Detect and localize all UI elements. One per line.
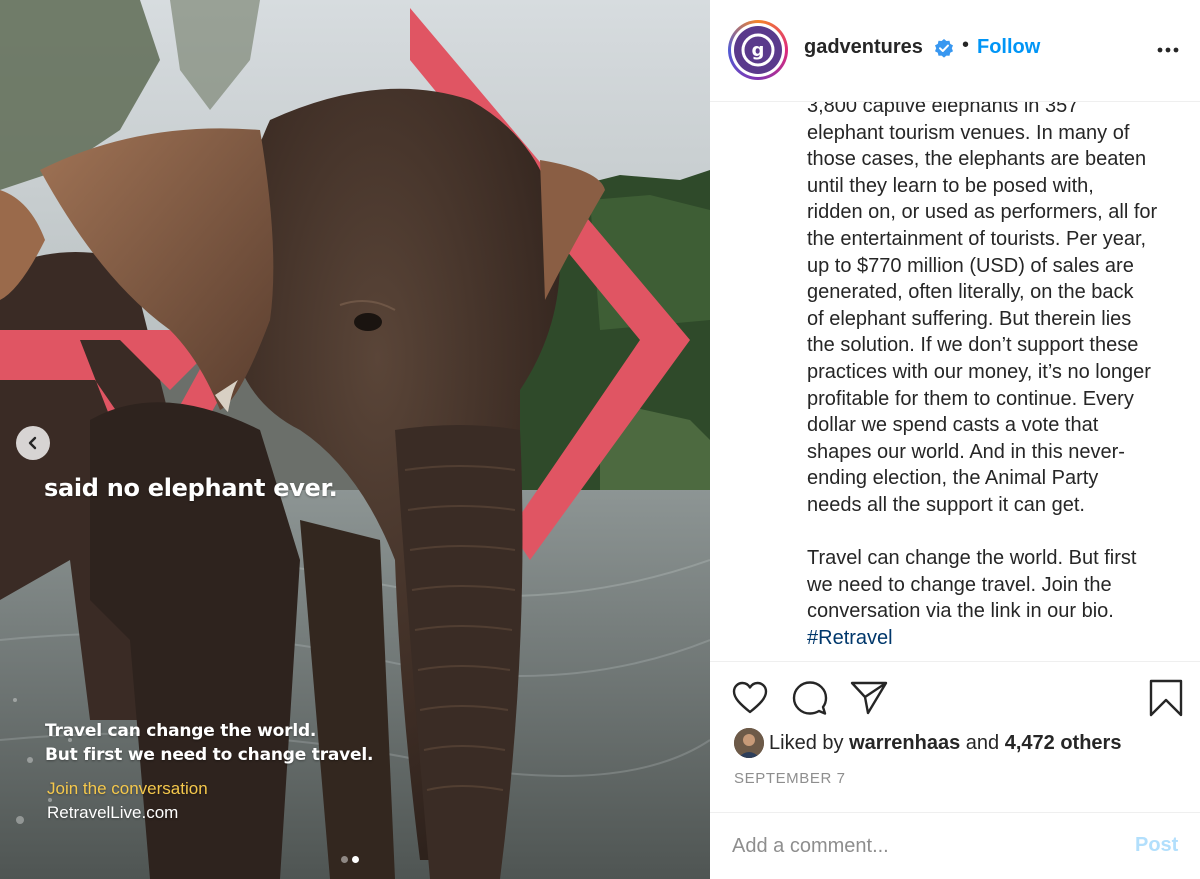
bookmark-icon: [1149, 679, 1183, 717]
carousel-indicator: [341, 856, 359, 863]
comment-icon: [792, 681, 828, 715]
post-panel: g gadventures • Follow 3,800 captive ele…: [710, 0, 1200, 879]
header-separator: •: [962, 34, 970, 56]
post-comment-button[interactable]: Post: [1135, 834, 1178, 857]
follow-button[interactable]: Follow: [977, 36, 1040, 59]
username-link[interactable]: gadventures: [804, 36, 923, 59]
avatar-letter: g: [752, 40, 765, 61]
post-image[interactable]: said no elephant ever. Travel can change…: [0, 0, 710, 879]
slide-tagline-line2: But first we need to change travel.: [45, 745, 374, 765]
carousel-prev-button[interactable]: [16, 426, 50, 460]
liker-avatar-image: [734, 728, 764, 758]
slide-tagline: Travel can change the world. But first w…: [45, 719, 373, 767]
caption: 3,800 captive elephants in 357 elephant …: [807, 102, 1187, 651]
more-options-icon: [1157, 47, 1179, 53]
comment-form: Post: [710, 812, 1200, 879]
chevron-left-icon: [28, 436, 37, 450]
comment-button[interactable]: [790, 678, 830, 718]
likes-and: and: [965, 731, 1000, 754]
gadventures-logo-icon: g: [741, 33, 775, 67]
slide-headline: said no elephant ever.: [44, 474, 338, 502]
likes-others-link[interactable]: 4,472 others: [1005, 732, 1122, 755]
likes-prefix: Liked by: [769, 731, 844, 754]
comment-input[interactable]: [732, 831, 1112, 861]
caption-scroll-area[interactable]: 3,800 captive elephants in 357 elephant …: [710, 102, 1200, 662]
hashtag-link[interactable]: #Retravel: [807, 627, 893, 649]
share-button[interactable]: [849, 678, 889, 718]
carousel-dot-1: [341, 856, 348, 863]
post-date[interactable]: SEPTEMBER 7: [734, 770, 846, 787]
more-options-button[interactable]: [1156, 38, 1180, 62]
heart-icon: [732, 681, 768, 714]
story-ring[interactable]: g: [728, 20, 788, 80]
slide-tagline-line1: Travel can change the world.: [45, 721, 317, 741]
avatar[interactable]: g: [734, 26, 782, 74]
like-button[interactable]: [730, 678, 770, 718]
liker-username-link[interactable]: warrenhaas: [849, 732, 960, 755]
post-header: g gadventures • Follow: [710, 0, 1200, 102]
verified-badge-icon: [935, 39, 953, 58]
liker-avatar[interactable]: [734, 728, 764, 758]
carousel-dot-2-active: [352, 856, 359, 863]
slide-website: RetravelLive.com: [47, 803, 179, 822]
action-bar: [710, 664, 1200, 732]
share-icon: [850, 681, 888, 715]
slide-cta: Join the conversation: [47, 779, 208, 798]
caption-text: 3,800 captive elephants in 357 elephant …: [807, 102, 1158, 623]
save-button[interactable]: [1146, 678, 1186, 718]
likes-summary: Liked by warrenhaas and 4,472 others: [734, 728, 1121, 758]
